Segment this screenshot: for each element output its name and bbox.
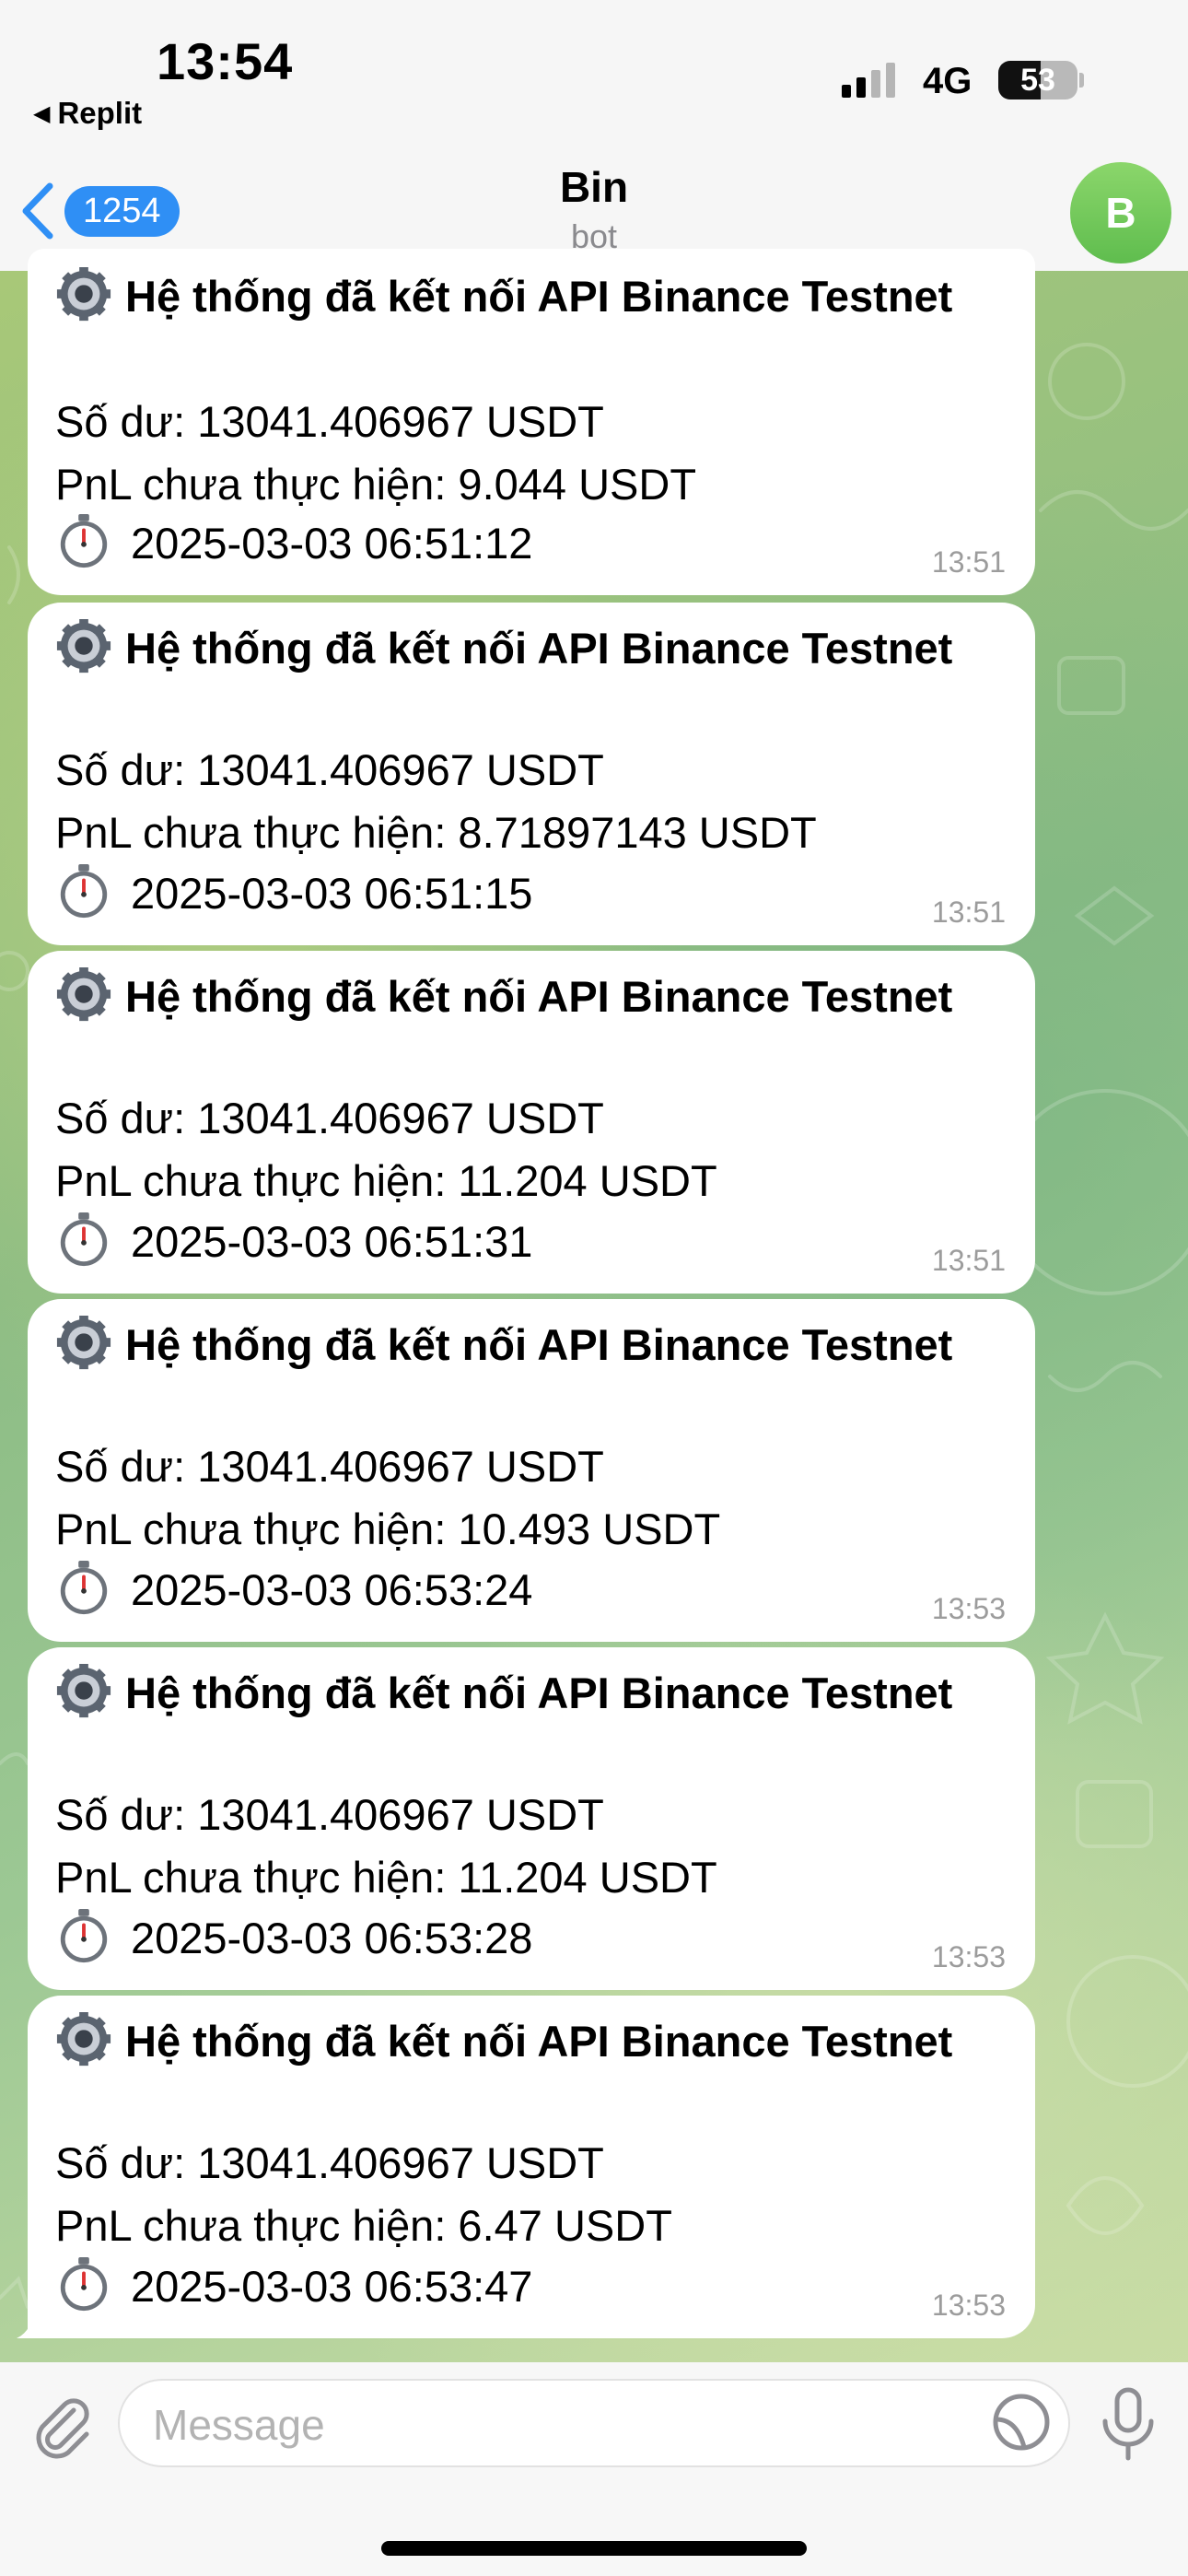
- pnl-line: PnL chưa thực hiện: 11.204 USDT: [55, 1156, 717, 1205]
- balance-line: Số dư: 13041.406967 USDT: [55, 397, 604, 446]
- pnl-line: PnL chưa thực hiện: 11.204 USDT: [55, 1853, 717, 1902]
- timestamp-line: 2025-03-03 06:53:47: [55, 2255, 532, 2313]
- status-time: 13:54: [157, 32, 294, 90]
- back-app-label: Replit: [57, 96, 143, 130]
- cellular-signal-icon: [842, 63, 895, 98]
- balance-line: Số dư: 13041.406967 USDT: [55, 1094, 604, 1142]
- pnl-line: PnL chưa thực hiện: 9.044 USDT: [55, 460, 697, 509]
- message-bubble[interactable]: Hệ thống đã kết nối API Binance Testnet …: [28, 1647, 1035, 1990]
- message-time: 13:53: [931, 1940, 1006, 1973]
- timestamp-line: 2025-03-03 06:53:28: [55, 1907, 532, 1964]
- message-time: 13:53: [931, 1592, 1006, 1625]
- timestamp-text: 2025-03-03 06:53:24: [131, 1565, 533, 1614]
- stopwatch-icon: [60, 1908, 108, 1963]
- timestamp-line: 2025-03-03 06:51:12: [55, 512, 532, 569]
- stopwatch-icon: [60, 1212, 108, 1267]
- back-to-app-link[interactable]: ◀ Replit: [33, 96, 142, 131]
- stopwatch-icon: [60, 1560, 108, 1615]
- chat-title[interactable]: Bin: [0, 162, 1188, 212]
- heading-text: Hệ thống đã kết nối API Binance Testnet: [125, 624, 953, 673]
- timestamp-text: 2025-03-03 06:51:31: [131, 1217, 533, 1266]
- message-heading: Hệ thống đã kết nối API Binance Testnet: [55, 2010, 952, 2067]
- message-time: 13:51: [931, 896, 1006, 929]
- battery-icon: 53: [998, 61, 1077, 100]
- network-type: 4G: [923, 61, 973, 101]
- back-triangle-icon: ◀: [33, 100, 51, 126]
- message-bubble[interactable]: Hệ thống đã kết nối API Binance Testnet …: [28, 1996, 1035, 2338]
- gear-icon: [56, 966, 111, 1022]
- gear-icon: [56, 1315, 111, 1370]
- microphone-icon[interactable]: [1096, 2386, 1160, 2462]
- avatar[interactable]: B: [1070, 162, 1171, 263]
- heading-text: Hệ thống đã kết nối API Binance Testnet: [125, 272, 953, 321]
- message-heading: Hệ thống đã kết nối API Binance Testnet: [55, 1314, 952, 1371]
- battery-percent: 53: [1020, 63, 1055, 98]
- heading-text: Hệ thống đã kết nối API Binance Testnet: [125, 1320, 953, 1369]
- pnl-line: PnL chưa thực hiện: 10.493 USDT: [55, 1505, 721, 1553]
- timestamp-text: 2025-03-03 06:51:15: [131, 869, 533, 918]
- message-input[interactable]: [153, 2397, 963, 2453]
- message-bubble[interactable]: Hệ thống đã kết nối API Binance Testnet …: [28, 603, 1035, 945]
- message-heading: Hệ thống đã kết nối API Binance Testnet: [55, 617, 952, 674]
- stopwatch-icon: [60, 513, 108, 568]
- home-indicator[interactable]: [381, 2541, 807, 2556]
- gear-icon: [56, 2011, 111, 2067]
- sticker-icon[interactable]: [991, 2392, 1052, 2453]
- gear-icon: [56, 618, 111, 673]
- stopwatch-icon: [60, 2256, 108, 2312]
- timestamp-text: 2025-03-03 06:53:47: [131, 2262, 533, 2311]
- message-time: 13:51: [931, 1244, 1006, 1277]
- heading-text: Hệ thống đã kết nối API Binance Testnet: [125, 1669, 953, 1717]
- heading-text: Hệ thống đã kết nối API Binance Testnet: [125, 2017, 953, 2066]
- message-heading: Hệ thống đã kết nối API Binance Testnet: [55, 966, 952, 1023]
- balance-line: Số dư: 13041.406967 USDT: [55, 1790, 604, 1839]
- pnl-line: PnL chưa thực hiện: 8.71897143 USDT: [55, 808, 817, 857]
- message-bubble[interactable]: Hệ thống đã kết nối API Binance Testnet …: [28, 1299, 1035, 1642]
- bubble-tail: [17, 2303, 50, 2338]
- balance-line: Số dư: 13041.406967 USDT: [55, 1442, 604, 1491]
- timestamp-text: 2025-03-03 06:53:28: [131, 1914, 533, 1962]
- timestamp-line: 2025-03-03 06:53:24: [55, 1559, 532, 1616]
- pnl-line: PnL chưa thực hiện: 6.47 USDT: [55, 2201, 672, 2250]
- paperclip-icon[interactable]: [26, 2390, 96, 2460]
- header-bar: 13:54 ◀ Replit 4G 53 1254 Bin bot B: [0, 0, 1188, 271]
- message-input-box: [118, 2379, 1070, 2467]
- message-heading: Hệ thống đã kết nối API Binance Testnet: [55, 1662, 952, 1719]
- message-bubble[interactable]: Hệ thống đã kết nối API Binance Testnet …: [28, 951, 1035, 1294]
- timestamp-line: 2025-03-03 06:51:31: [55, 1211, 532, 1268]
- stopwatch-icon: [60, 863, 108, 919]
- balance-line: Số dư: 13041.406967 USDT: [55, 745, 604, 794]
- heading-text: Hệ thống đã kết nối API Binance Testnet: [125, 972, 953, 1021]
- battery-tip: [1079, 73, 1084, 88]
- timestamp-line: 2025-03-03 06:51:15: [55, 862, 532, 919]
- message-heading: Hệ thống đã kết nối API Binance Testnet: [55, 265, 952, 322]
- balance-line: Số dư: 13041.406967 USDT: [55, 2138, 604, 2187]
- gear-icon: [56, 266, 111, 322]
- message-bubble[interactable]: Hệ thống đã kết nối API Binance Testnet …: [28, 249, 1035, 595]
- gear-icon: [56, 1663, 111, 1718]
- timestamp-text: 2025-03-03 06:51:12: [131, 519, 533, 568]
- message-time: 13:53: [931, 2289, 1006, 2322]
- message-time: 13:51: [931, 545, 1006, 579]
